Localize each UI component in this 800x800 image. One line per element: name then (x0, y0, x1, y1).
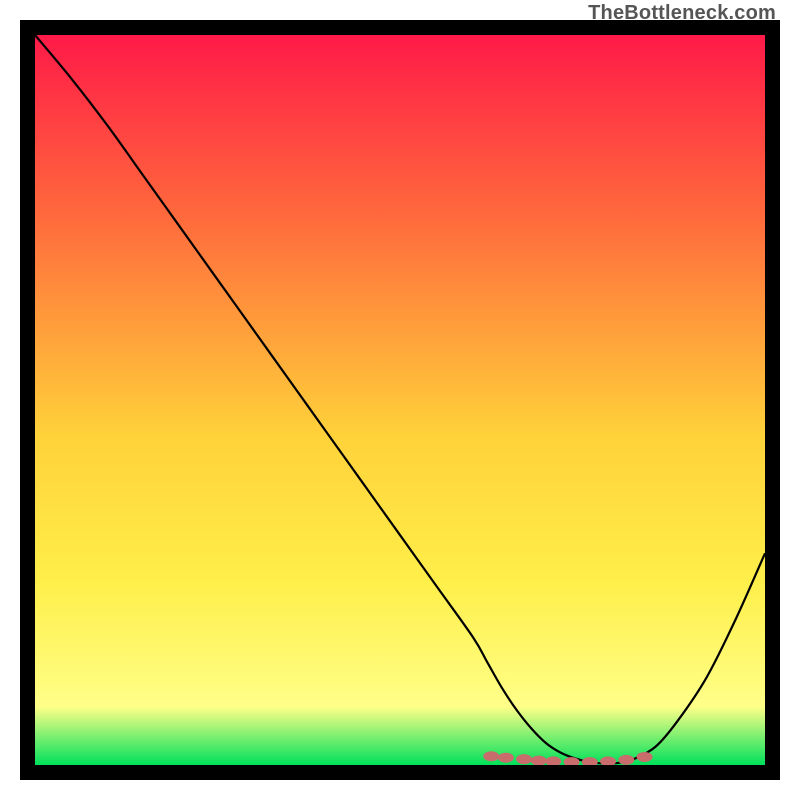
highlight-dot (483, 751, 499, 761)
bottleneck-chart (35, 35, 765, 765)
highlight-dot (516, 754, 532, 764)
watermark-text: TheBottleneck.com (588, 2, 776, 25)
highlight-dot (498, 753, 514, 763)
plot-border (20, 20, 780, 780)
chart-frame: TheBottleneck.com (0, 0, 800, 800)
plot-area (35, 35, 765, 765)
gradient-background (35, 35, 765, 765)
highlight-dot (618, 755, 634, 765)
highlight-dot (637, 752, 653, 762)
